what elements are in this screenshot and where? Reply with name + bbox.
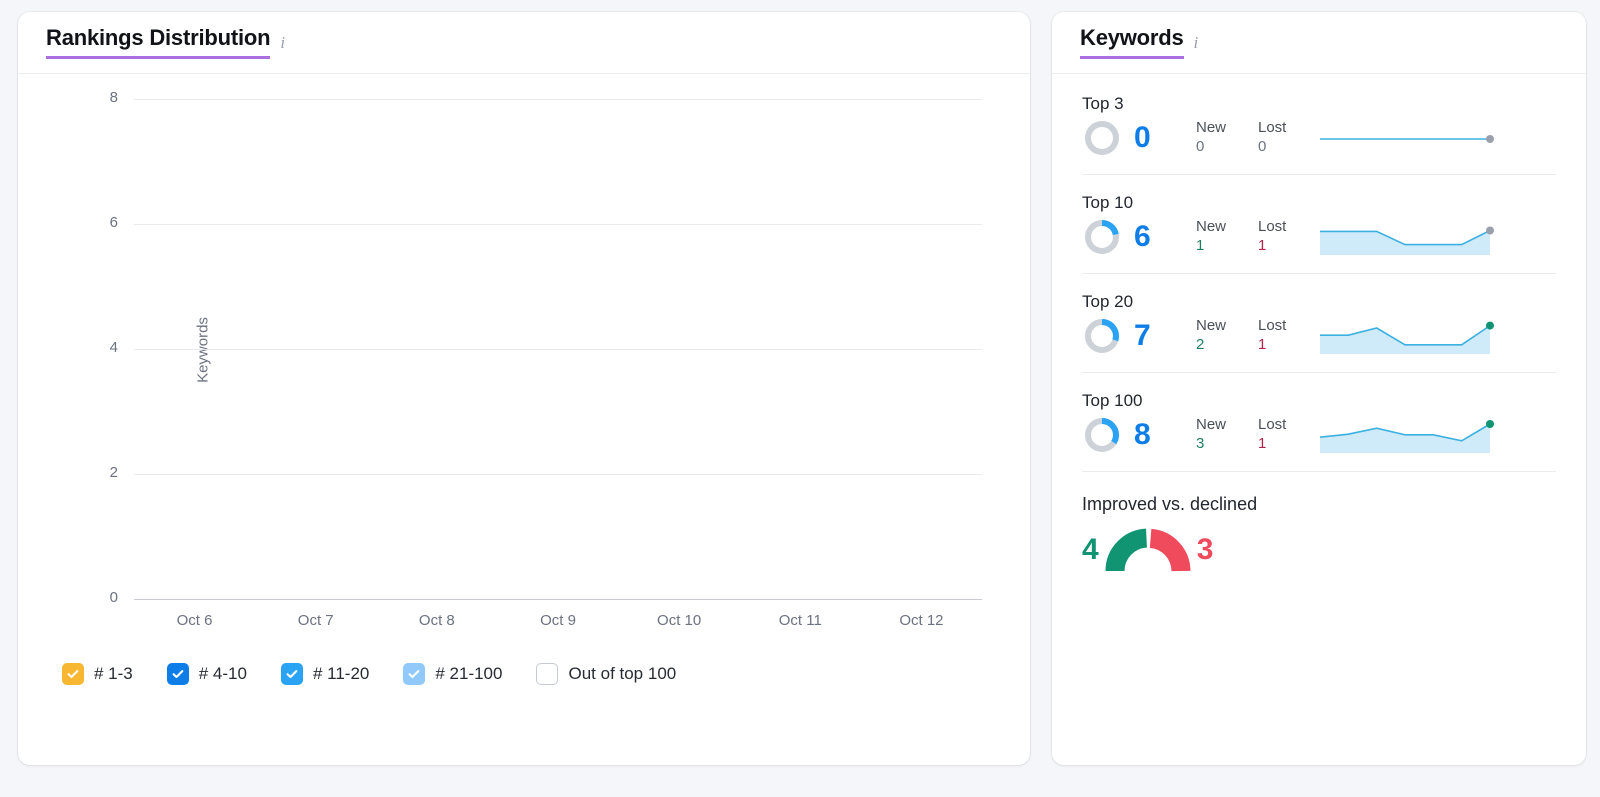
keywords-rows: Top 3 0 New 0 Lost 0 Top 10 6 New 1 Lost 1 Top 20 7 Ne… [1082, 74, 1556, 472]
dashboard-page: Rankings Distribution i Keywords 0 2 4 6 8 O… [0, 0, 1600, 797]
improved-vs-declined-block: Improved vs. declined 4 3 [1082, 472, 1556, 578]
sparkline-chart [1318, 118, 1556, 158]
keywords-row-value: 8 [1134, 418, 1151, 451]
new-value: 3 [1196, 435, 1205, 453]
bar-slot [134, 100, 255, 600]
lost-header: Lost [1258, 217, 1287, 235]
new-lost-group: New 0 Lost 0 [1196, 119, 1302, 158]
y-tick-label: 2 [109, 464, 118, 481]
donut-gauge-icon [1082, 415, 1122, 455]
keywords-row-top-3[interactable]: Top 3 0 New 0 Lost 0 [1082, 74, 1556, 175]
donut-gauge-icon [1082, 217, 1122, 257]
legend-label: # 1-3 [94, 664, 133, 683]
donut-gauge-icon [1082, 316, 1122, 356]
improved-vs-declined-title: Improved vs. declined [1082, 494, 1258, 514]
legend-label: # 4-10 [198, 664, 247, 683]
lost-value: 0 [1258, 138, 1267, 156]
keywords-header: Keywords i [1052, 12, 1586, 74]
chart-plot-area: Keywords 02468 [110, 89, 982, 606]
sparkline-chart [1318, 316, 1556, 356]
chart-body: Keywords 02468 Oct 6 Oct 7 Oct 8 Oct 9 Oct 1… [18, 74, 1030, 765]
legend-label: # 21-100 [435, 664, 503, 683]
x-tick-label: Oct 7 [297, 612, 334, 629]
keywords-row-value: 0 [1134, 121, 1151, 154]
legend-4-10[interactable]: # 4-10 [166, 663, 247, 685]
bar-slot [740, 100, 861, 600]
bar-slot [619, 100, 740, 600]
legend-out-of-top-100[interactable]: Out of top 100 [536, 663, 676, 685]
keywords-row-value: 6 [1134, 220, 1151, 253]
keywords-row-label: Top 3 [1082, 94, 1124, 113]
new-header: New [1196, 118, 1227, 136]
lost-value: 1 [1258, 336, 1267, 354]
lost-header: Lost [1258, 415, 1287, 433]
keywords-body: Top 3 0 New 0 Lost 0 Top 10 6 New 1 Lost 1 Top 20 7 Ne… [1052, 74, 1586, 765]
info-icon[interactable]: i [1194, 33, 1199, 59]
bar-slot [497, 100, 618, 600]
keywords-row-top-10[interactable]: Top 10 6 New 1 Lost 1 [1082, 175, 1556, 274]
rankings-distribution-card: Rankings Distribution i Keywords 02468 O… [18, 12, 1030, 765]
checkbox-checked-icon[interactable] [166, 663, 189, 685]
legend-21-100[interactable]: # 21-100 [403, 663, 502, 685]
x-tick-label: Oct 6 [176, 612, 213, 629]
new-header: New [1196, 415, 1227, 433]
checkbox-checked-icon[interactable] [403, 663, 426, 685]
new-lost-group: New 2 Lost 1 [1196, 317, 1302, 356]
new-value: 2 [1196, 336, 1205, 354]
new-lost-group: New 3 Lost 1 [1196, 416, 1302, 455]
improved-count: 4 [1082, 532, 1099, 566]
legend-1-3[interactable]: # 1-3 [62, 663, 133, 685]
sparkline-chart [1318, 217, 1556, 257]
y-tick-label: 8 [109, 89, 118, 106]
checkbox-checked-icon[interactable] [62, 663, 84, 685]
declined-count: 3 [1196, 532, 1214, 566]
y-tick-label: 4 [109, 339, 118, 356]
chart-bars [134, 100, 982, 600]
x-tick-label: Oct 10 [657, 612, 702, 629]
gauge-icon [1105, 521, 1191, 578]
x-tick-label: Oct 12 [899, 612, 944, 629]
legend-label: # 11-20 [312, 664, 370, 683]
bar-slot [861, 100, 982, 600]
x-tick-label: Oct 9 [540, 612, 576, 629]
lost-header: Lost [1258, 118, 1287, 136]
lost-value: 1 [1258, 237, 1267, 255]
legend-11-20[interactable]: # 11-20 [280, 663, 370, 685]
lost-value: 1 [1258, 435, 1267, 453]
bar-slot [255, 100, 376, 600]
keywords-card: Keywords i Top 3 0 New 0 Lost 0 Top 10 6 New 1 Los… [1052, 12, 1586, 765]
x-tick-label: Oct 11 [778, 612, 822, 629]
x-tick-label: Oct 8 [418, 612, 455, 629]
donut-gauge-icon [1082, 118, 1122, 158]
legend-label: Out of top 100 [568, 664, 677, 683]
keywords-row-label: Top 100 [1082, 391, 1143, 410]
info-icon[interactable]: i [280, 33, 285, 59]
keywords-row-top-20[interactable]: Top 20 7 New 2 Lost 1 [1082, 274, 1556, 373]
bar-slot [376, 100, 497, 600]
y-tick-label: 6 [109, 214, 118, 231]
checkbox-unchecked-icon[interactable] [536, 663, 559, 685]
new-value: 0 [1196, 138, 1205, 156]
new-header: New [1196, 217, 1227, 235]
page-title: Rankings Distribution [46, 26, 271, 59]
sparkline-chart [1318, 415, 1556, 455]
y-tick-label: 0 [109, 589, 118, 606]
lost-header: Lost [1258, 316, 1287, 334]
keywords-row-label: Top 20 [1082, 292, 1134, 311]
keywords-row-top-100[interactable]: Top 100 8 New 3 Lost 1 [1082, 373, 1556, 472]
rankings-distribution-header: Rankings Distribution i [18, 12, 1030, 74]
checkbox-checked-icon[interactable] [280, 663, 303, 685]
keywords-title: Keywords [1080, 26, 1184, 59]
keywords-row-label: Top 10 [1082, 193, 1134, 212]
new-lost-group: New 1 Lost 1 [1196, 218, 1302, 257]
chart-legend: # 1-3 # 4-10 # 11-20 # 21-100 Out of top 100 [42, 629, 1006, 685]
x-axis-labels: Oct 6 Oct 7 Oct 8 Oct 9 Oct 10 Oct 11 Oct 12 [134, 612, 982, 629]
keywords-row-value: 7 [1134, 319, 1151, 352]
new-header: New [1196, 316, 1227, 334]
new-value: 1 [1196, 237, 1205, 255]
